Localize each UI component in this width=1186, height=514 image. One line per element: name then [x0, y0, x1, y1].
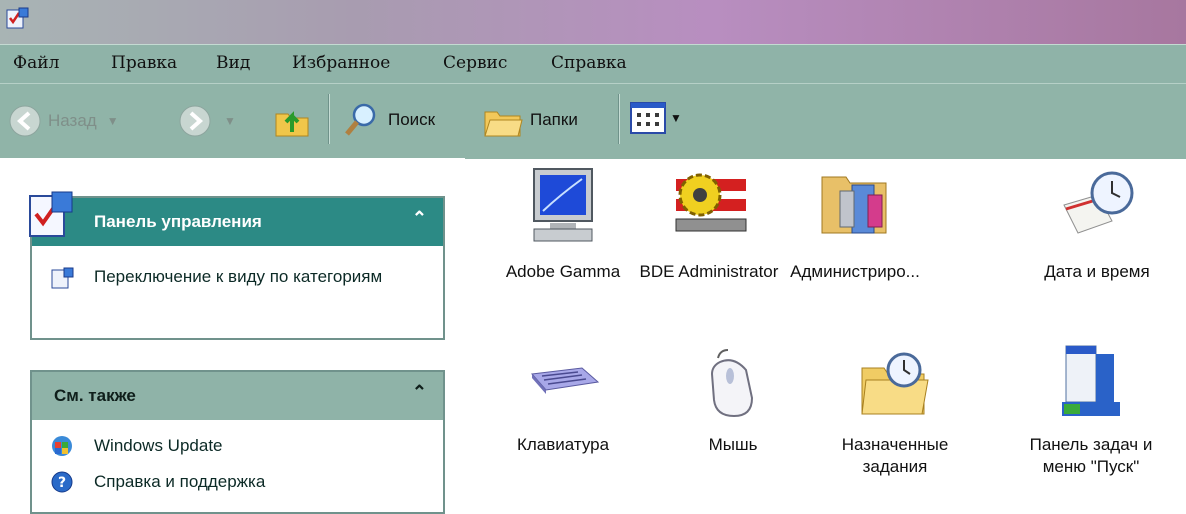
windows-update-link[interactable]: Windows Update: [94, 435, 223, 457]
control-panel-section-header[interactable]: Панель управления ⌃: [29, 191, 443, 246]
folders-icon: [484, 111, 523, 137]
item-label: Клавиатура: [516, 435, 610, 454]
item-date-time[interactable]: Дата и время: [1024, 165, 1170, 283]
collapse-chevron-icon[interactable]: ⌃: [412, 382, 427, 403]
forward-button[interactable]: ▼: [178, 104, 236, 138]
menu-file[interactable]: Файл: [13, 53, 59, 73]
search-button[interactable]: Поиск: [342, 100, 435, 140]
forward-arrow-icon: [179, 105, 211, 137]
menu-edit[interactable]: Правка: [111, 53, 177, 73]
back-label: Назад: [48, 111, 97, 130]
control-panel-section: Панель управления ⌃ Переключение к виду …: [29, 191, 445, 340]
menu-help[interactable]: Справка: [551, 53, 627, 73]
keyboard-icon: [530, 367, 600, 394]
title-bar: [0, 0, 1186, 44]
help-and-support-link[interactable]: Справка и поддержка: [94, 471, 265, 493]
control-panel-large-icon: [29, 191, 73, 237]
monitor-icon: [533, 168, 593, 242]
windows-update-icon: [52, 436, 72, 456]
switch-to-category-view-link[interactable]: Переключение к виду по категориям: [94, 266, 394, 288]
item-bde-administrator[interactable]: BDE Administrator: [636, 165, 782, 283]
help-icon: ?: [51, 471, 73, 493]
see-also-section: См. также ⌃ Windows Update ? Справка и п…: [30, 370, 445, 514]
taskbar-icon: [1062, 345, 1120, 416]
admin-tools-icon: [821, 176, 887, 234]
control-panel-icon: [6, 7, 29, 29]
back-button[interactable]: Назад ▼: [8, 104, 119, 138]
item-keyboard[interactable]: Клавиатура: [490, 344, 636, 456]
see-also-section-header[interactable]: См. также ⌃: [32, 372, 443, 420]
bde-gear-icon: [675, 173, 747, 232]
views-dropdown-icon[interactable]: ▼: [670, 111, 682, 125]
search-label: Поиск: [388, 110, 436, 129]
item-adobe-gamma[interactable]: Adobe Gamma: [490, 165, 636, 283]
item-administrative-tools[interactable]: Администриро...: [782, 165, 928, 283]
mouse-icon: [710, 349, 754, 418]
up-folder-icon: [275, 111, 309, 137]
folders-button[interactable]: Папки: [482, 100, 578, 140]
menu-view[interactable]: Вид: [216, 53, 250, 73]
views-grid-icon: [630, 102, 666, 134]
back-dropdown-icon[interactable]: ▼: [107, 114, 119, 128]
folders-label: Папки: [530, 110, 578, 129]
scheduled-tasks-icon: [861, 352, 929, 415]
clock-calendar-icon: [1063, 171, 1134, 234]
back-arrow-icon: [9, 105, 41, 137]
item-label: BDE Administrator: [639, 262, 779, 281]
svg-text:?: ?: [58, 475, 66, 491]
views-button[interactable]: ▼: [630, 102, 682, 134]
item-mouse[interactable]: Мышь: [660, 344, 806, 456]
item-label: Назначенные задания: [841, 435, 949, 476]
forward-dropdown-icon[interactable]: ▼: [224, 114, 236, 128]
item-label: Дата и время: [1044, 262, 1150, 281]
item-label: Adobe Gamma: [505, 262, 621, 281]
menu-favorites[interactable]: Избранное: [292, 53, 390, 73]
see-also-section-title: См. также: [54, 386, 136, 405]
task-pane: Панель управления ⌃ Переключение к виду …: [0, 158, 465, 514]
collapse-chevron-icon[interactable]: ⌃: [412, 208, 427, 229]
item-label: Администриро...: [790, 262, 920, 281]
switch-view-icon: [51, 267, 74, 289]
control-panel-section-title: Панель управления: [94, 212, 262, 231]
menu-tools[interactable]: Сервис: [443, 53, 507, 73]
item-label: Мышь: [708, 435, 758, 454]
search-icon: [345, 103, 376, 136]
toolbar: Назад ▼ ▼ Поиск Папки ▼: [0, 83, 1186, 159]
item-scheduled-tasks[interactable]: Назначенные задания: [822, 344, 968, 478]
item-label: Панель задач и меню "Пуск": [1029, 435, 1153, 476]
up-folder-button[interactable]: [272, 100, 312, 140]
item-taskbar-start-menu[interactable]: Панель задач и меню "Пуск": [1018, 344, 1164, 478]
menu-bar: Файл Правка Вид Избранное Сервис Справка: [0, 44, 1186, 84]
